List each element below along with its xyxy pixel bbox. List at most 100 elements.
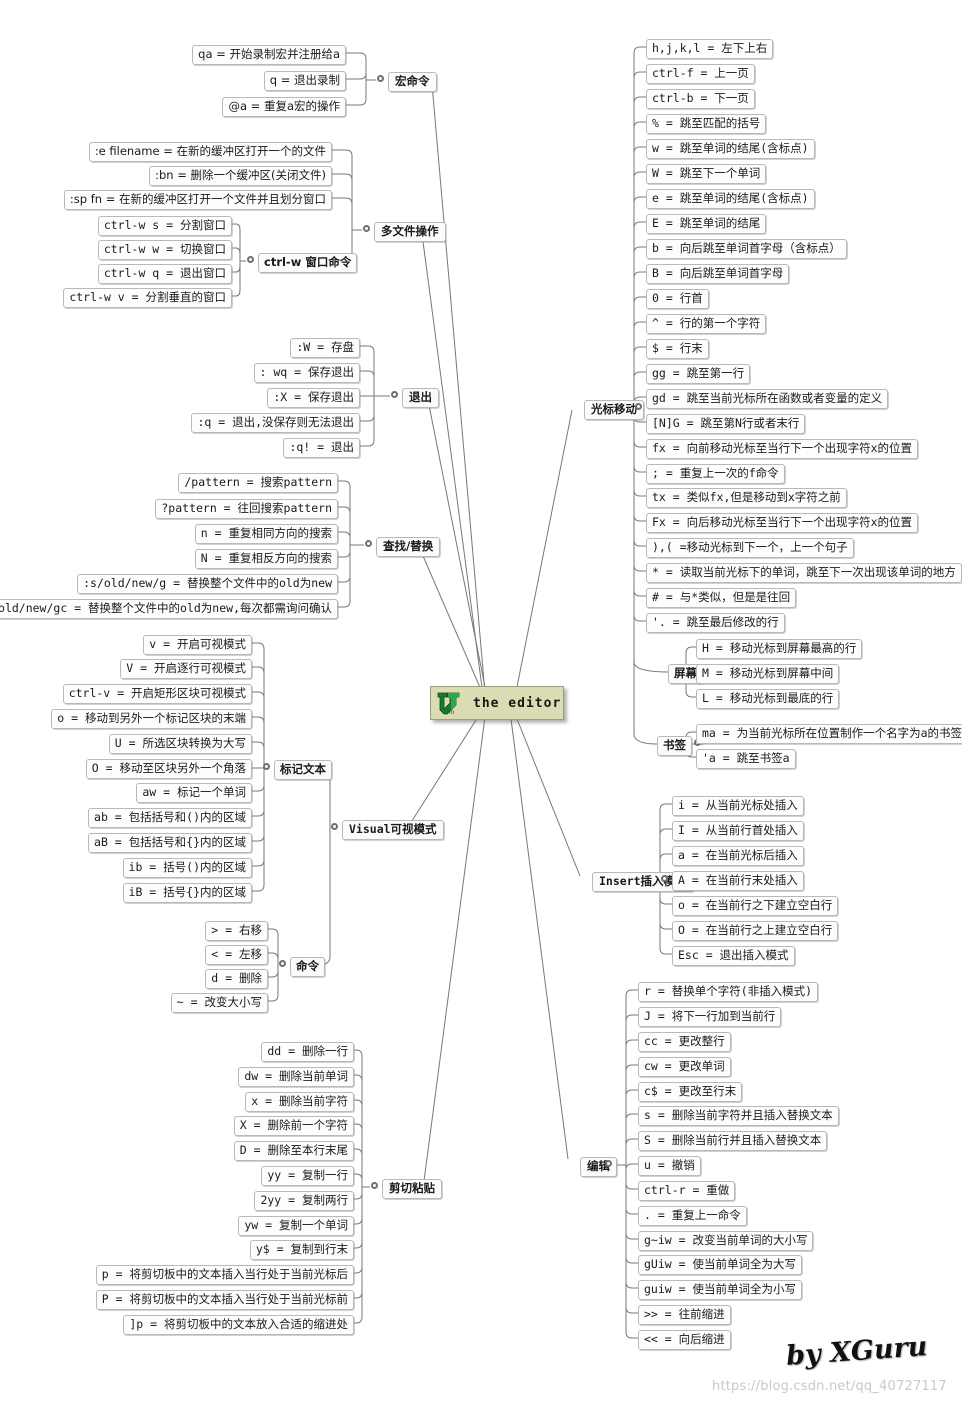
leaf-multifile-0[interactable]: :e filename = 在新的缓冲区打开一个的文件 <box>88 142 332 162</box>
leaf-clip-10[interactable]: P = 将剪切板中的文本插入当行处于当前光标前 <box>95 1290 354 1310</box>
leaf-quit-1[interactable]: : wq = 保存退出 <box>253 363 360 383</box>
leaf-edit-8[interactable]: ctrl-r = 重做 <box>638 1181 736 1201</box>
leaf-clip-11[interactable]: ]p = 将剪切板中的文本放入合适的缩进处 <box>123 1315 354 1335</box>
leaf-cursor-17[interactable]: ; = 重复上一次的f命令 <box>646 464 785 484</box>
leaf-visualmark-3[interactable]: o = 移动到另外一个标记区块的末端 <box>51 709 252 729</box>
branch-cursor[interactable]: 光标移动 <box>584 400 644 420</box>
leaf-clip-4[interactable]: D = 删除至本行末尾 <box>233 1141 354 1161</box>
subbranch-dot-visual-cmd[interactable] <box>279 960 286 967</box>
leaf-edit-6[interactable]: S = 删除当前行并且插入替换文本 <box>638 1131 828 1151</box>
leaf-cursor-16[interactable]: fx = 向前移动光标至当行下一个出现字符x的位置 <box>646 439 919 459</box>
leaf-quit-4[interactable]: :q! = 退出 <box>283 438 360 458</box>
leaf-search-0[interactable]: /pattern = 搜索pattern <box>178 473 338 493</box>
leaf-cursor-20[interactable]: ),( =移动光标到下一个，上一个句子 <box>646 538 854 558</box>
branch-quit[interactable]: 退出 <box>402 388 439 408</box>
leaf-clip-8[interactable]: y$ = 复制到行末 <box>249 1240 354 1260</box>
leaf-edit-10[interactable]: g~iw = 改变当前单词的大小写 <box>638 1231 814 1251</box>
leaf-cursor-23[interactable]: '. = 跳至最后修改的行 <box>646 613 785 633</box>
leaf-clip-2[interactable]: x = 删除当前字符 <box>245 1092 354 1112</box>
leaf-insert-3[interactable]: A = 在当前行末处插入 <box>672 871 804 891</box>
leaf-visualmark-0[interactable]: v = 开启可视模式 <box>143 635 252 655</box>
leaf-visualmark-7[interactable]: ab = 包括括号和()内的区域 <box>88 808 252 828</box>
leaf-screen-2[interactable]: L = 移动光标到最底的行 <box>696 689 840 709</box>
leaf-cursor-19[interactable]: Fx = 向后移动光标至当行下一个出现字符x的位置 <box>646 513 919 533</box>
branch-dot-search[interactable] <box>365 540 372 547</box>
leaf-insert-4[interactable]: o = 在当前行之下建立空白行 <box>672 896 839 916</box>
leaf-cursor-2[interactable]: ctrl-b = 下一页 <box>646 89 755 109</box>
leaf-ctrlw-1[interactable]: ctrl-w w = 切换窗口 <box>97 240 232 260</box>
center-topic-vim[interactable]: nn the editor <box>430 686 564 720</box>
leaf-clip-9[interactable]: p = 将剪切板中的文本插入当行处于当前光标后 <box>95 1265 354 1285</box>
leaf-edit-7[interactable]: u = 撤销 <box>638 1156 701 1176</box>
leaf-visualmark-1[interactable]: V = 开启逐行可视模式 <box>120 659 252 679</box>
leaf-edit-11[interactable]: gUiw = 使当前单词全为大写 <box>638 1255 802 1275</box>
leaf-clip-7[interactable]: yw = 复制一个单词 <box>238 1216 354 1236</box>
leaf-bookmark-1[interactable]: 'a = 跳至书签a <box>696 749 796 769</box>
leaf-search-2[interactable]: n = 重复相同方向的搜索 <box>194 524 338 544</box>
leaf-insert-5[interactable]: O = 在当前行之上建立空白行 <box>672 921 839 941</box>
leaf-cursor-8[interactable]: b = 向后跳至单词首字母（含标点） <box>646 239 847 259</box>
leaf-visualmark-10[interactable]: iB = 括号{}内的区域 <box>122 883 252 903</box>
branch-search[interactable]: 查找/替换 <box>376 537 441 557</box>
leaf-visualcmd-3[interactable]: ~ = 改变大小写 <box>170 993 268 1013</box>
leaf-edit-1[interactable]: J = 将下一行加到当前行 <box>638 1007 782 1027</box>
leaf-clip-3[interactable]: X = 删除前一个字符 <box>233 1116 354 1136</box>
leaf-macro-0[interactable]: qa = 开始录制宏并注册给a <box>192 45 346 65</box>
leaf-visualcmd-0[interactable]: > = 右移 <box>205 921 268 941</box>
leaf-screen-1[interactable]: M = 移动光标到屏幕中间 <box>696 664 840 684</box>
leaf-search-5[interactable]: :s/old/new/gc = 替换整个文件中的old为new,每次都需询问确认 <box>0 599 338 619</box>
leaf-cursor-0[interactable]: h,j,k,l = 左下上右 <box>646 39 774 59</box>
leaf-clip-1[interactable]: dw = 删除当前单词 <box>238 1067 354 1087</box>
leaf-edit-4[interactable]: c$ = 更改至行末 <box>638 1082 743 1102</box>
leaf-cursor-6[interactable]: e = 跳至单词的结尾(含标点) <box>646 189 815 209</box>
leaf-visualmark-9[interactable]: ib = 括号()内的区域 <box>122 858 252 878</box>
leaf-multifile-2[interactable]: :sp fn = 在新的缓冲区打开一个文件并且划分窗口 <box>63 190 332 210</box>
leaf-bookmark-0[interactable]: ma = 为当前光标所在位置制作一个名字为a的书签 <box>696 724 962 744</box>
branch-dot-insert[interactable] <box>661 875 668 882</box>
leaf-clip-6[interactable]: 2yy = 复制两行 <box>254 1191 354 1211</box>
leaf-edit-13[interactable]: >> = 往前缩进 <box>638 1305 731 1325</box>
leaf-ctrlw-3[interactable]: ctrl-w v = 分割垂直的窗口 <box>63 288 232 308</box>
leaf-visualmark-2[interactable]: ctrl-v = 开启矩形区块可视模式 <box>62 684 252 704</box>
branch-dot-macro[interactable] <box>377 75 384 82</box>
leaf-visualmark-5[interactable]: O = 移动至区块另外一个角落 <box>85 759 252 779</box>
leaf-cursor-10[interactable]: 0 = 行首 <box>646 289 709 309</box>
leaf-edit-12[interactable]: guiw = 使当前单词全为小写 <box>638 1280 802 1300</box>
leaf-cursor-5[interactable]: W = 跳至下一个单词 <box>646 164 767 184</box>
leaf-quit-2[interactable]: :X = 保存退出 <box>267 388 360 408</box>
leaf-insert-2[interactable]: a = 在当前光标后插入 <box>672 846 804 866</box>
subbranch-ctrl-w[interactable]: ctrl-w 窗口命令 <box>258 253 358 273</box>
leaf-ctrlw-2[interactable]: ctrl-w q = 退出窗口 <box>97 264 232 284</box>
leaf-edit-5[interactable]: s = 删除当前字符并且插入替换文本 <box>638 1106 839 1126</box>
branch-multifile[interactable]: 多文件操作 <box>374 222 446 242</box>
leaf-cursor-12[interactable]: $ = 行末 <box>646 339 709 359</box>
subbranch-dot-mark-text[interactable] <box>263 763 270 770</box>
leaf-cursor-15[interactable]: [N]G = 跳至第N行或者末行 <box>646 414 806 434</box>
leaf-clip-0[interactable]: dd = 删除一行 <box>261 1042 354 1062</box>
leaf-visualmark-4[interactable]: U = 所选区块转换为大写 <box>108 734 252 754</box>
leaf-edit-3[interactable]: cw = 更改单词 <box>638 1057 731 1077</box>
branch-macro[interactable]: 宏命令 <box>388 72 437 92</box>
leaf-cursor-9[interactable]: B = 向后跳至单词首字母 <box>646 264 790 284</box>
leaf-macro-2[interactable]: @a = 重复a宏的操作 <box>222 97 346 117</box>
branch-dot-cursor[interactable] <box>635 403 642 410</box>
leaf-cursor-1[interactable]: ctrl-f = 上一页 <box>646 64 755 84</box>
leaf-search-4[interactable]: :s/old/new/g = 替换整个文件中的old为new <box>77 574 338 594</box>
branch-visual[interactable]: Visual可视模式 <box>342 820 444 840</box>
leaf-cursor-3[interactable]: % = 跳至匹配的括号 <box>646 114 767 134</box>
subbranch-bookmark[interactable]: 书签 <box>657 736 692 756</box>
leaf-search-1[interactable]: ?pattern = 往回搜索pattern <box>155 499 338 519</box>
subbranch-visual-cmd[interactable]: 命令 <box>290 957 325 977</box>
branch-dot-edit[interactable] <box>605 1160 612 1167</box>
leaf-screen-0[interactable]: H = 移动光标到屏幕最高的行 <box>696 639 863 659</box>
leaf-cursor-18[interactable]: tx = 类似fx,但是移动到x字符之前 <box>646 488 847 508</box>
leaf-visualmark-8[interactable]: aB = 包括括号和{}内的区域 <box>88 833 252 853</box>
leaf-visualcmd-1[interactable]: < = 左移 <box>205 945 268 965</box>
leaf-edit-9[interactable]: . = 重复上一命令 <box>638 1206 747 1226</box>
leaf-cursor-11[interactable]: ^ = 行的第一个字符 <box>646 314 767 334</box>
leaf-cursor-21[interactable]: * = 读取当前光标下的单词，跳至下一次出现该单词的地方 <box>646 563 962 583</box>
leaf-visualmark-6[interactable]: aw = 标记一个单词 <box>136 783 252 803</box>
branch-dot-multifile[interactable] <box>363 225 370 232</box>
branch-dot-quit[interactable] <box>391 391 398 398</box>
leaf-quit-3[interactable]: :q = 退出,没保存则无法退出 <box>191 413 360 433</box>
